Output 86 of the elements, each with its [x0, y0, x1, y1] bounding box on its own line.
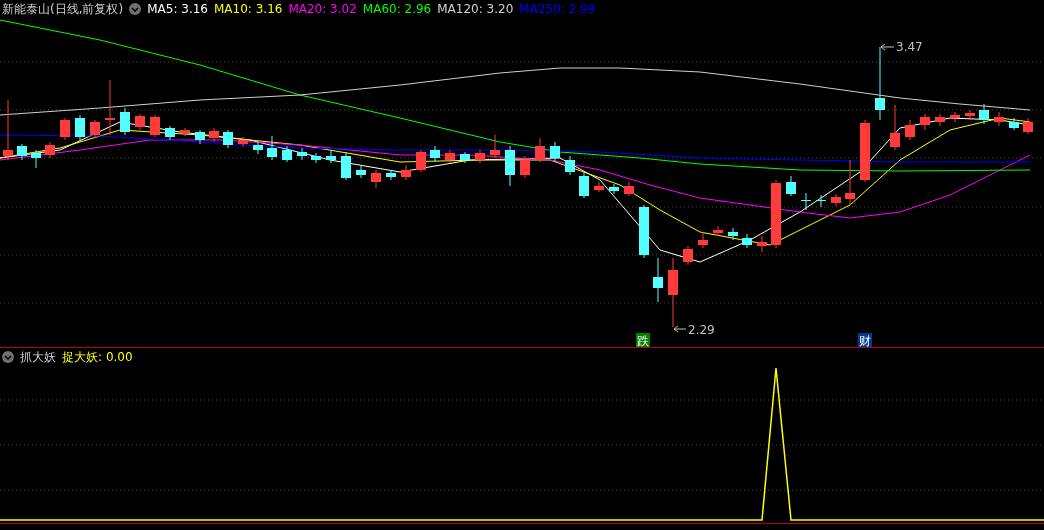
candlestick — [624, 181, 634, 197]
candlestick — [565, 155, 575, 176]
candlestick — [75, 114, 85, 141]
candlestick — [238, 136, 248, 148]
candlestick — [639, 204, 649, 259]
candlestick — [920, 113, 930, 131]
candlestick — [653, 257, 663, 303]
candlestick — [520, 155, 530, 179]
candlestick — [223, 129, 233, 149]
candlestick — [713, 225, 723, 237]
high-arrow-icon — [880, 43, 895, 51]
moving-average-value: MA60: 2.96 — [362, 2, 432, 16]
candlestick — [209, 127, 219, 143]
candlestick — [965, 109, 975, 121]
candlestick — [935, 113, 945, 127]
candlestick — [594, 181, 604, 193]
signal-badge: 跌 — [636, 333, 650, 347]
candlestick — [460, 151, 470, 164]
candlestick — [905, 119, 915, 141]
dropdown-icon[interactable] — [2, 351, 14, 363]
candlestick — [371, 169, 381, 189]
candlestick — [45, 141, 55, 159]
candlestick — [135, 113, 145, 131]
candlestick — [31, 149, 41, 169]
candlestick — [950, 111, 960, 123]
candlestick — [505, 145, 515, 187]
candlestick — [430, 145, 440, 163]
high-price-label: 3.47 — [896, 40, 923, 54]
candlestick — [831, 193, 841, 207]
candlestick — [1023, 117, 1033, 135]
candlestick — [860, 119, 870, 183]
candlestick — [401, 164, 411, 181]
candlestick — [845, 159, 855, 206]
moving-average-value: MA120: 3.20 — [437, 2, 514, 16]
candlestick — [195, 129, 205, 145]
indicator-title: 抓大妖 — [20, 348, 56, 366]
candlestick — [297, 147, 307, 161]
candlestick — [165, 125, 175, 141]
candlestick — [282, 145, 292, 163]
candlestick — [267, 135, 277, 161]
candlestick — [683, 245, 693, 266]
candlestick — [979, 103, 989, 125]
candlestick — [771, 179, 781, 249]
candlestick — [253, 141, 263, 155]
candlestick — [609, 183, 619, 195]
candlestick — [535, 137, 545, 163]
moving-average-value: MA250: 2.99 — [519, 2, 596, 16]
candlestick — [728, 227, 738, 241]
candlestick — [356, 165, 366, 179]
candlestick — [742, 233, 752, 249]
candlestick — [490, 134, 500, 159]
candlestick — [579, 171, 589, 199]
candlestick — [180, 127, 190, 137]
candlestick — [60, 117, 70, 141]
candlestick — [994, 111, 1004, 127]
candlestick — [550, 141, 560, 163]
low-arrow-icon — [673, 325, 687, 333]
candlestick — [150, 114, 160, 138]
moving-average-value: MA5: 3.16 — [147, 2, 208, 16]
candlestick — [668, 257, 678, 328]
candlestick — [341, 151, 351, 181]
candlestick — [326, 149, 336, 164]
dropdown-icon[interactable] — [129, 3, 142, 15]
candlestick — [120, 107, 130, 136]
chart-title: 新能泰山(日线,前复权) — [2, 0, 124, 18]
candlestick — [445, 149, 455, 164]
candlestick — [1009, 117, 1019, 131]
candlestick — [105, 79, 115, 136]
candlestick — [801, 192, 811, 211]
candlestick — [816, 194, 826, 208]
candlestick — [698, 231, 708, 249]
candlestick — [890, 104, 900, 151]
candlestick — [416, 149, 426, 173]
candlestick — [475, 149, 485, 164]
indicator-value: 捉大妖: 0.00 — [62, 348, 133, 366]
candlestick — [90, 119, 100, 139]
moving-average-value: MA10: 3.16 — [214, 2, 283, 16]
candlestick — [386, 169, 396, 181]
candlestick — [311, 152, 321, 164]
signal-badge: 财 — [858, 333, 872, 347]
candlestick — [17, 143, 27, 161]
low-price-label: 2.29 — [688, 323, 715, 337]
candlestick — [757, 235, 767, 253]
candlestick — [3, 99, 13, 161]
candlestick — [786, 175, 796, 197]
moving-average-value: MA20: 3.02 — [288, 2, 357, 16]
